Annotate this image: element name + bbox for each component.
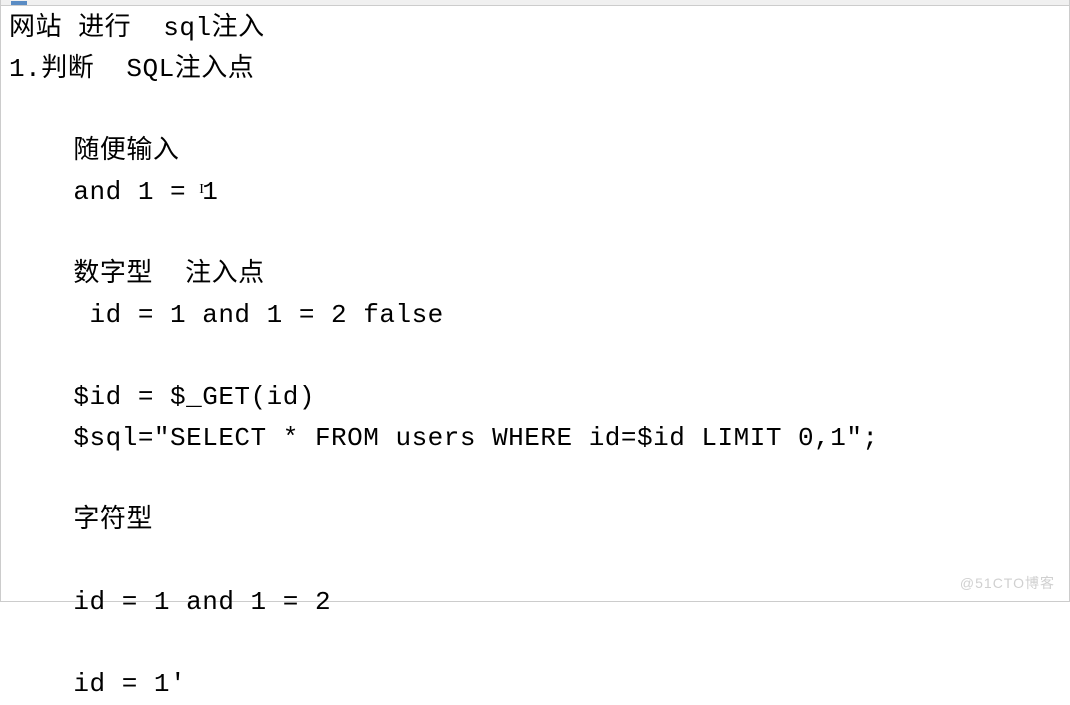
editor-line: 网站 进行 sql注入 [9, 8, 1061, 49]
editor-line: id = 1 and 1 = 2 false [9, 295, 1061, 336]
editor-line: 数字型 注入点 [9, 254, 1061, 295]
editor-line: 1.判断 SQL注入点 [9, 49, 1061, 90]
editor-line [9, 623, 1061, 664]
editor-line: id = 1 and 1 = 2 [9, 582, 1061, 623]
editor-line [9, 213, 1061, 254]
editor-line: 随便输入 [9, 131, 1061, 172]
editor-line [9, 336, 1061, 377]
editor-line [9, 90, 1061, 131]
editor-line: and 1 = 1 [9, 172, 1061, 213]
editor-line: $sql="SELECT * FROM users WHERE id=$id L… [9, 418, 1061, 459]
line-text: 1 [202, 177, 218, 207]
watermark: @51CTO博客 [960, 573, 1055, 593]
line-text: and 1 = [9, 177, 202, 207]
editor-line: 字符型 [9, 500, 1061, 541]
editor-line [9, 459, 1061, 500]
tool-icon [11, 1, 27, 5]
editor-line [9, 541, 1061, 582]
editor-line: $id = $_GET(id) [9, 377, 1061, 418]
editor-content[interactable]: 网站 进行 sql注入1.判断 SQL注入点 随便输入 and 1 = 1 数字… [1, 6, 1069, 705]
editor-line: id = 1' [9, 664, 1061, 705]
